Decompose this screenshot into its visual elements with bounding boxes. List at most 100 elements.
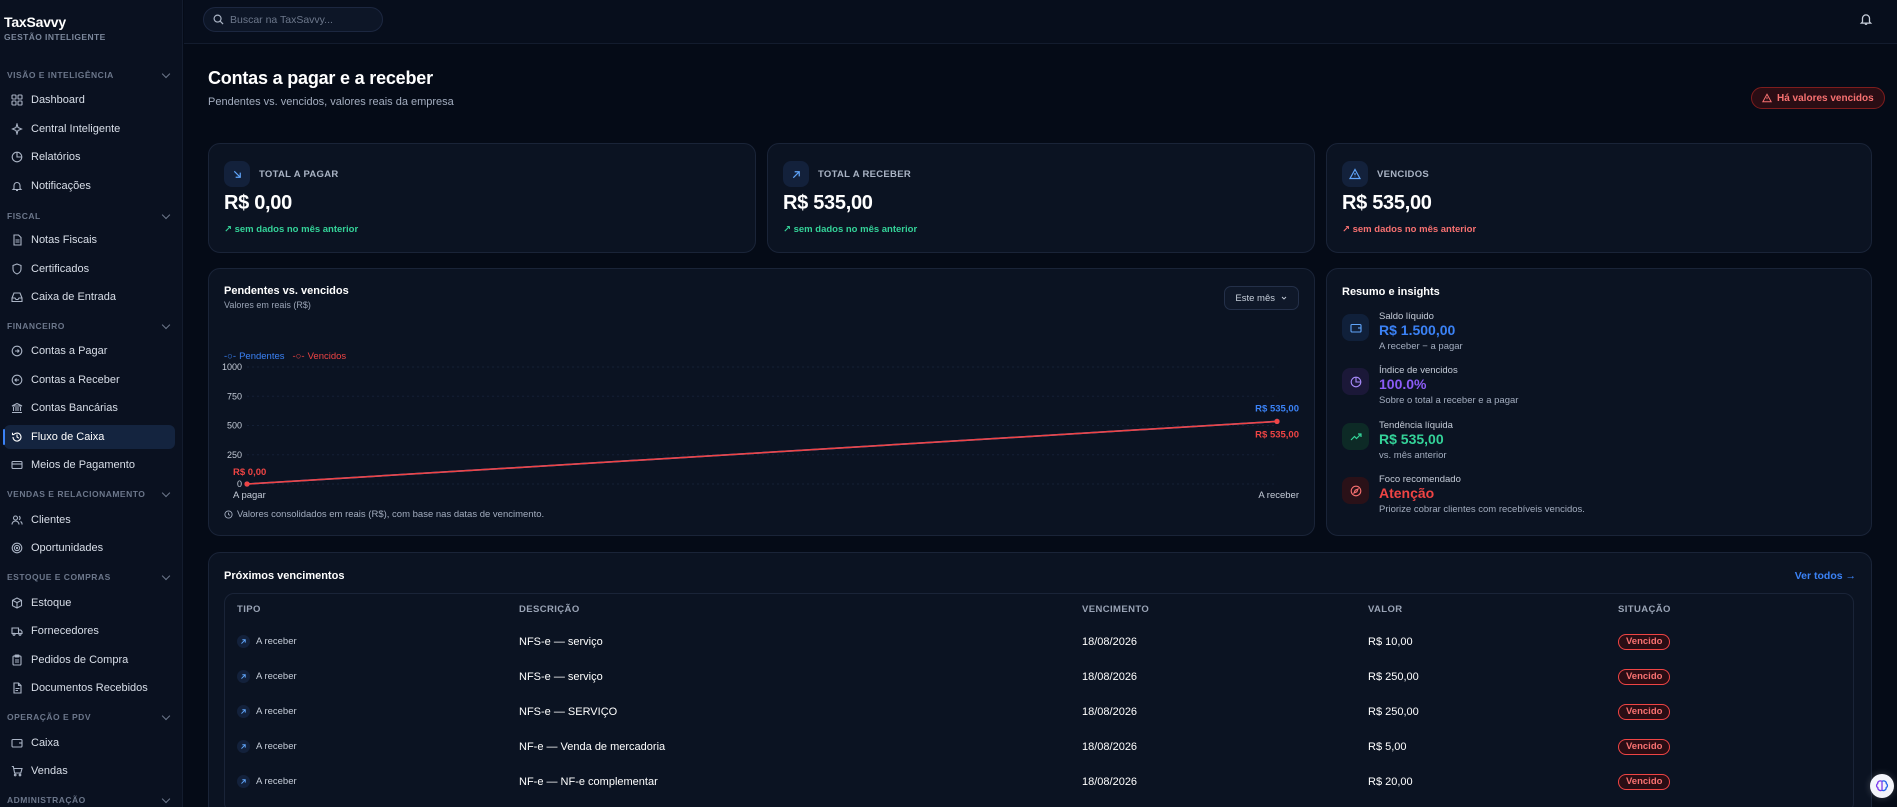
- table-row[interactable]: A receber NF-e — NF-e complementar 18/08…: [225, 764, 1853, 799]
- cell-situacao: Vencido: [1618, 694, 1671, 729]
- chevron-down-icon: [161, 488, 171, 497]
- data-point: [1274, 418, 1280, 425]
- sidebar-section-financeiro[interactable]: FINANCEIRO: [0, 319, 183, 333]
- file-icon: [10, 234, 23, 247]
- chevron-down-icon: [161, 571, 171, 580]
- sidebar-item-label: Fornecedores: [31, 625, 99, 637]
- insight-indice-vencidos: Índice de vencidos 100.0% Sobre o total …: [1342, 365, 1862, 415]
- pie-chart-icon: [1342, 368, 1369, 395]
- insight-desc: vs. mês anterior: [1379, 450, 1447, 461]
- bell-icon: [10, 180, 23, 193]
- sidebar-item-label: Notificações: [31, 180, 91, 192]
- column-header[interactable]: VENCIMENTO: [1082, 604, 1149, 615]
- chevron-down-icon: [161, 320, 171, 329]
- sidebar-item-vendas[interactable]: Vendas: [4, 759, 175, 783]
- chevron-down-icon: [161, 794, 171, 803]
- table-row[interactable]: A receber NFS-e — serviço 18/08/2026 R$ …: [225, 659, 1853, 694]
- column-header[interactable]: DESCRIÇÃO: [519, 604, 580, 615]
- box-icon: [10, 597, 23, 610]
- brand[interactable]: TaxSavvy GESTÃO INTELIGENTE: [4, 14, 106, 42]
- section-title: FINANCEIRO: [7, 321, 65, 331]
- sidebar-item-notificacoes[interactable]: Notificações: [4, 174, 175, 198]
- insight-desc: Priorize cobrar clientes com recebíveis …: [1379, 504, 1585, 515]
- sidebar-item-label: Vendas: [31, 765, 68, 777]
- table-row[interactable]: A receber NFS-e — SERVIÇO 18/08/2026 R$ …: [225, 694, 1853, 729]
- arrow-up-right-icon: [237, 705, 250, 718]
- clock-icon: [224, 510, 233, 519]
- column-header[interactable]: TIPO: [237, 604, 261, 615]
- sidebar-item-label: Pedidos de Compra: [31, 654, 129, 666]
- assistant-button[interactable]: [1870, 774, 1894, 798]
- cell-valor: R$ 5,00: [1368, 740, 1407, 753]
- column-header[interactable]: SITUAÇÃO: [1618, 604, 1671, 615]
- sidebar-item-estoque[interactable]: Estoque: [4, 591, 175, 615]
- insight-tendencia-liquida: Tendência líquida R$ 535,00 vs. mês ante…: [1342, 420, 1862, 470]
- kpi-trend-text: sem dados no mês anterior: [793, 224, 918, 235]
- insight-desc: Sobre o total a receber e a pagar: [1379, 395, 1519, 406]
- cell-tipo: A receber: [237, 694, 297, 729]
- sidebar-section-vendas[interactable]: VENDAS E RELACIONAMENTO: [0, 487, 183, 501]
- wallet-icon: [1342, 314, 1369, 341]
- cell-descricao: NF-e — NF-e complementar: [519, 775, 658, 788]
- truck-icon: [10, 625, 23, 638]
- credit-card-icon: [10, 459, 23, 472]
- sidebar-item-contas-a-receber[interactable]: Contas a Receber: [4, 368, 175, 392]
- insight-saldo-liquido: Saldo líquido R$ 1.500,00 A receber − a …: [1342, 311, 1862, 361]
- sidebar-item-certificados[interactable]: Certificados: [4, 257, 175, 281]
- chart-card: Pendentes vs. vencidos Valores em reais …: [208, 268, 1315, 536]
- sidebar-item-fornecedores[interactable]: Fornecedores: [4, 619, 175, 643]
- kpi-label: TOTAL A RECEBER: [818, 169, 911, 180]
- sidebar-item-clientes[interactable]: Clientes: [4, 508, 175, 532]
- sidebar-item-pedidos-de-compra[interactable]: Pedidos de Compra: [4, 648, 175, 672]
- insight-value: 100.0%: [1379, 376, 1427, 392]
- kpi-value: R$ 0,00: [224, 192, 292, 214]
- insight-foco-recomendado: Foco recomendado Atenção Priorize cobrar…: [1342, 474, 1862, 524]
- sidebar-item-caixa[interactable]: Caixa: [4, 731, 175, 755]
- sidebar-item-contas-bancarias[interactable]: Contas Bancárias: [4, 396, 175, 420]
- pie-chart-icon: [10, 151, 23, 164]
- sidebar-section-fiscal[interactable]: FISCAL: [0, 209, 183, 223]
- kpi-trend-text: sem dados no mês anterior: [234, 224, 359, 235]
- cell-situacao: Vencido: [1618, 764, 1671, 799]
- table-row[interactable]: A receber NFS-e — serviço 18/08/2026 R$ …: [225, 624, 1853, 659]
- bell-icon[interactable]: [1859, 12, 1873, 26]
- data-label: R$ 0,00: [233, 467, 266, 478]
- insight-label: Índice de vencidos: [1379, 365, 1458, 376]
- cell-descricao: NFS-e — serviço: [519, 670, 603, 683]
- overdue-alert-badge[interactable]: Há valores vencidos: [1751, 87, 1885, 109]
- sidebar-section-estoque[interactable]: ESTOQUE E COMPRAS: [0, 570, 183, 584]
- sidebar-item-relatorios[interactable]: Relatórios: [4, 145, 175, 169]
- sidebar-item-dashboard[interactable]: Dashboard: [4, 88, 175, 112]
- kpi-value: R$ 535,00: [1342, 192, 1432, 214]
- sidebar-item-oportunidades[interactable]: Oportunidades: [4, 536, 175, 560]
- footnote-text: Valores consolidados em reais (R$), com …: [237, 509, 545, 520]
- sidebar-item-central-inteligente[interactable]: Central Inteligente: [4, 117, 175, 141]
- arrow-up-right-icon: [237, 740, 250, 753]
- sidebar: TaxSavvy GESTÃO INTELIGENTE VISÃO E INTE…: [0, 0, 183, 807]
- sidebar-section-operacao[interactable]: OPERAÇÃO E PDV: [0, 710, 183, 724]
- sidebar-item-meios-de-pagamento[interactable]: Meios de Pagamento: [4, 453, 175, 477]
- see-all-link[interactable]: Ver todos →: [1795, 570, 1856, 582]
- data-label: R$ 535,00: [1255, 403, 1299, 414]
- sidebar-item-documentos-recebidos[interactable]: Documentos Recebidos: [4, 676, 175, 700]
- table-row[interactable]: A receber NF-e — Venda de mercadoria 18/…: [225, 729, 1853, 764]
- kpi-trend-text: sem dados no mês anterior: [1352, 224, 1477, 235]
- search-input[interactable]: [230, 13, 370, 26]
- search-box[interactable]: [203, 7, 383, 32]
- kpi-value: R$ 535,00: [783, 192, 873, 214]
- sidebar-item-label: Contas Bancárias: [31, 402, 118, 414]
- sidebar-item-label: Certificados: [31, 263, 90, 275]
- section-title: VENDAS E RELACIONAMENTO: [7, 489, 146, 499]
- tipo-label: A receber: [256, 776, 297, 787]
- sidebar-item-notas-fiscais[interactable]: Notas Fiscais: [4, 228, 175, 252]
- column-header[interactable]: VALOR: [1368, 604, 1403, 615]
- sidebar-section-visao[interactable]: VISÃO E INTELIGÊNCIA: [0, 68, 183, 82]
- line-chart: 1000 750 500 250 0A pagar A receber R$ 535,00 R…: [222, 362, 1299, 501]
- cell-vencimento: 18/08/2026: [1082, 670, 1138, 683]
- sidebar-item-fluxo-de-caixa[interactable]: Fluxo de Caixa: [3, 425, 175, 449]
- sidebar-item-contas-a-pagar[interactable]: Contas a Pagar: [4, 339, 175, 363]
- sidebar-item-caixa-de-entrada[interactable]: Caixa de Entrada: [4, 285, 175, 309]
- status-badge: Vencido: [1618, 668, 1671, 685]
- section-title: ESTOQUE E COMPRAS: [7, 572, 111, 582]
- sidebar-section-administracao[interactable]: ADMINISTRAÇÃO: [0, 793, 183, 807]
